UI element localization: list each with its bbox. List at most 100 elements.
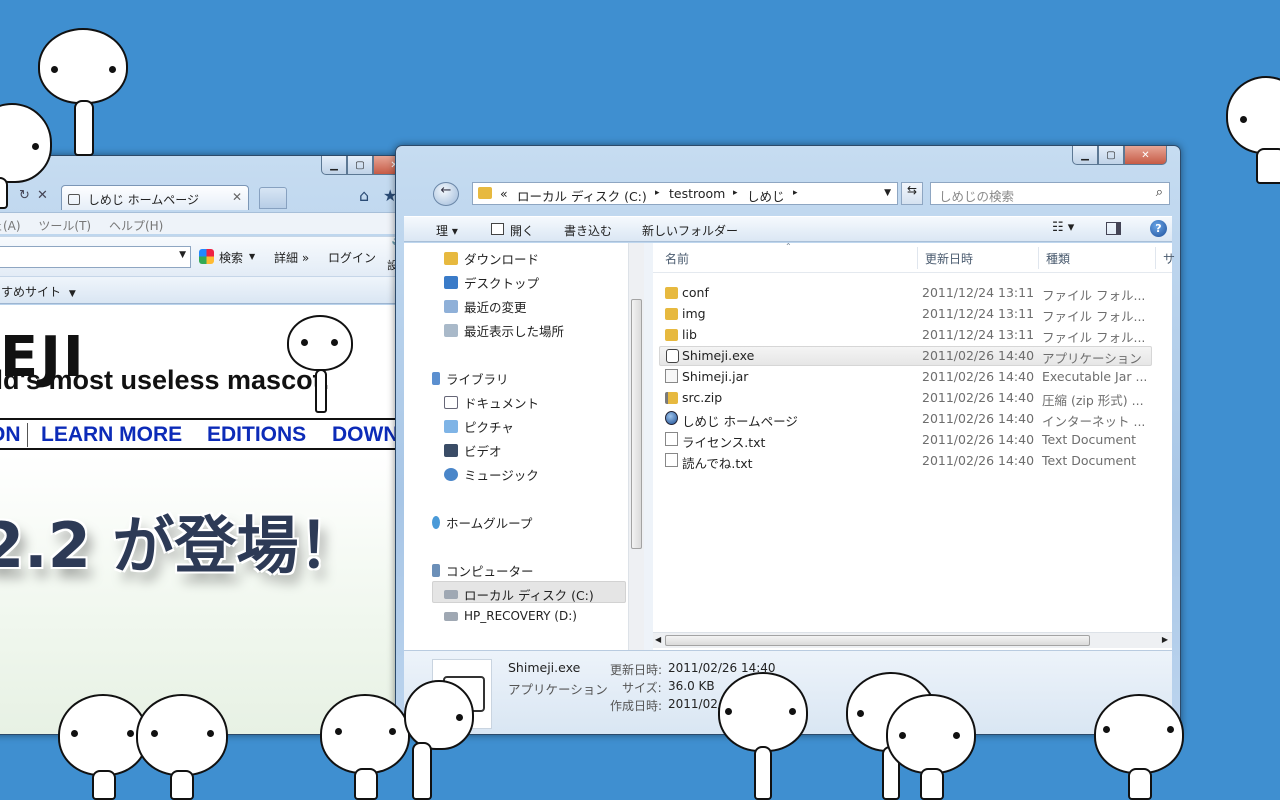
suggested-sites-link[interactable]: すめサイト [1,285,61,299]
scroll-thumb[interactable] [665,635,1090,646]
preview-pane-icon[interactable] [1106,222,1121,235]
burn-button[interactable]: 書き込む [564,222,612,239]
column-header-name[interactable]: 名前 [665,250,689,267]
mascot-bottom-3[interactable] [320,694,412,800]
new-folder-button[interactable]: 新しいフォルダー [642,222,738,239]
file-row-selected[interactable]: Shimeji.exe 2011/02/26 14:40 アプリケーション [659,346,1152,366]
file-date: 2011/12/24 13:11 [922,306,1035,321]
address-row: ← « ローカル ディスク (C:) ▸ testroom ▸ しめじ ▸ ▼ … [396,180,1180,208]
new-tab-button[interactable] [259,187,287,209]
favorites-bar: すめサイト ▼ [0,276,431,304]
view-options-icon[interactable]: ☷ ▾ [1052,220,1074,235]
nav-link-home[interactable]: ON [0,423,28,447]
scroll-right-icon[interactable]: ▶ [1162,635,1168,644]
refresh-button[interactable]: ⇆ [901,182,923,205]
chevron-down-icon[interactable]: ▼ [249,252,255,261]
chevron-down-icon[interactable]: ▼ [884,188,891,198]
column-header-type[interactable]: 種類 [1046,250,1070,267]
nav-item-recent-changes[interactable]: 最近の変更 [444,297,527,316]
mascot-bottom-5[interactable] [718,672,810,800]
file-row[interactable]: src.zip 2011/02/26 14:40 圧縮 (zip 形式) ... [659,388,1152,408]
nav-link-editions[interactable]: EDITIONS [207,423,306,447]
nav-item-desktop[interactable]: デスクトップ [444,273,539,292]
menu-item-favorites[interactable]: ェ(A) [0,219,21,233]
address-bar[interactable]: « ローカル ディスク (C:) ▸ testroom ▸ しめじ ▸ ▼ [472,182,898,205]
help-icon[interactable]: ? [1150,220,1167,237]
maximize-button[interactable]: ▢ [347,156,373,175]
horizontal-scrollbar[interactable]: ◀ ▶ [653,632,1172,648]
nav-item-libraries[interactable]: ライブラリ [432,369,509,388]
file-type: ファイル フォル... [1042,309,1146,324]
column-divider[interactable] [1038,247,1039,269]
scroll-thumb[interactable] [631,299,642,549]
nav-item-pictures[interactable]: ピクチャ [444,417,514,436]
mascot-bottom-7[interactable] [886,694,978,800]
nav-item-documents[interactable]: ドキュメント [444,393,539,412]
nav-item-recovery[interactable]: HP_RECOVERY (D:) [444,609,577,623]
search-input[interactable]: しめじの検索 ⌕ [930,182,1170,205]
folder-icon [478,187,492,199]
nav-item-homegroup[interactable]: ホームグループ [432,513,532,532]
breadcrumb-arrow-icon: ▸ [733,188,738,198]
nav-link-learn-more[interactable]: LEARN MORE [41,423,182,447]
file-row[interactable]: ライセンス.txt 2011/02/26 14:40 Text Document [659,430,1152,450]
mascot-bottom-8[interactable] [1094,694,1186,800]
column-header-size[interactable]: サ [1163,250,1175,267]
minimize-button[interactable]: ▁ [1072,146,1098,165]
nav-pane-scrollbar[interactable] [628,243,644,650]
home-icon[interactable]: ⌂ [359,186,369,205]
login-button[interactable]: ログイン [328,249,376,266]
search-button[interactable]: 検索 [219,249,243,266]
downloads-icon [444,252,458,265]
mascot-right-edge[interactable] [1226,76,1280,186]
mascot-left-edge[interactable] [0,103,54,213]
column-divider[interactable] [917,247,918,269]
text-file-icon [665,453,678,467]
file-row[interactable]: img 2011/12/24 13:11 ファイル フォル... [659,304,1152,324]
menu-item-tools[interactable]: ツール(T) [38,219,91,233]
pane-splitter[interactable] [644,243,653,650]
nav-label: ドキュメント [464,396,540,411]
menu-item-help[interactable]: ヘルプ(H) [109,219,163,233]
tab-close-icon[interactable]: ✕ [232,190,242,204]
chevron-down-icon[interactable]: ▼ [69,289,76,299]
browser-content: IEJI rld's most useless mascot. ON LEARN… [0,305,410,734]
nav-item-music[interactable]: ミュージック [444,465,539,484]
file-row[interactable]: 読んでね.txt 2011/02/26 14:40 Text Document [659,451,1152,471]
nav-item-downloads[interactable]: ダウンロード [444,249,539,268]
mascot-bottom-2[interactable] [136,694,228,800]
file-row[interactable]: しめじ ホームページ 2011/02/26 14:40 インターネット ... [659,409,1152,429]
file-row[interactable]: conf 2011/12/24 13:11 ファイル フォル... [659,283,1152,303]
nav-item-computer[interactable]: コンピューター [432,561,534,580]
close-button[interactable]: ✕ [1124,146,1167,165]
toolbar-search-input[interactable]: ▼ [0,246,191,268]
mascot-bottom-4[interactable] [404,680,476,800]
back-button[interactable]: ← [433,182,459,206]
column-divider[interactable] [1155,247,1156,269]
file-type: インターネット ... [1042,414,1146,429]
file-type: ファイル フォル... [1042,330,1146,345]
breadcrumb-overflow[interactable]: « [500,186,508,201]
desktop-icon [444,276,458,289]
organize-button[interactable]: 理 ▾ [436,222,458,239]
file-type: Text Document [1042,432,1137,447]
open-button[interactable]: 開く [510,222,534,239]
chevron-down-icon[interactable]: ▼ [179,250,186,260]
maximize-button[interactable]: ▢ [1098,146,1124,165]
nav-item-videos[interactable]: ビデオ [444,441,502,460]
nav-link-download[interactable]: DOWN [332,423,399,447]
scroll-left-icon[interactable]: ◀ [655,635,661,644]
nav-item-recent-places[interactable]: 最近表示した場所 [444,321,564,340]
column-header-date[interactable]: 更新日時 [925,250,973,267]
breadcrumb-local-disk[interactable]: ローカル ディスク (C:) [517,186,647,205]
breadcrumb-testroom[interactable]: testroom [669,186,725,201]
disk-icon [444,611,458,621]
minimize-button[interactable]: ▁ [321,156,347,175]
file-row[interactable]: Shimeji.jar 2011/02/26 14:40 Executable … [659,367,1152,387]
details-button[interactable]: 詳細 » [274,249,309,266]
file-row[interactable]: lib 2011/12/24 13:11 ファイル フォル... [659,325,1152,345]
nav-item-local-disk[interactable]: ローカル ディスク (C:) [444,585,594,604]
breadcrumb-shimeji[interactable]: しめじ [747,186,785,205]
tab-shimeji-home[interactable]: しめじ ホームページ ✕ [61,185,249,210]
folder-icon [665,329,678,341]
